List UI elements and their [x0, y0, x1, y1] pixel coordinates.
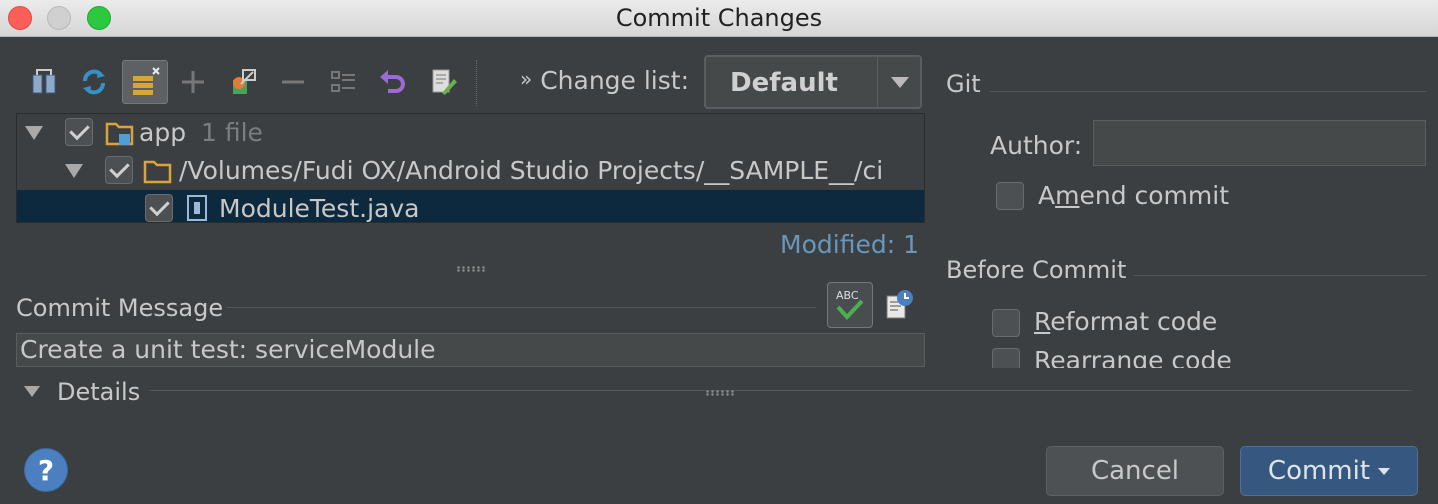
cancel-button[interactable]: Cancel	[1046, 446, 1224, 496]
tree-row[interactable]: app 1 file	[17, 114, 924, 152]
add-icon[interactable]	[174, 62, 212, 102]
commit-message-field[interactable]: Create a unit test: serviceModule	[16, 333, 925, 367]
java-file-icon	[187, 195, 207, 221]
splitter-grip[interactable]	[705, 390, 735, 396]
spellcheck-button[interactable]: ABC	[827, 282, 873, 328]
divider	[150, 390, 1412, 391]
tree-node-label: /Volumes/Fudi OX/Android Studio Projects…	[179, 156, 884, 185]
details-label[interactable]: Details	[57, 378, 140, 406]
author-label: Author:	[990, 131, 1083, 160]
diff-icon[interactable]	[25, 62, 63, 102]
revert-icon[interactable]	[374, 62, 412, 102]
expand-all-icon[interactable]	[324, 62, 362, 102]
commit-button-label: Commit	[1267, 456, 1371, 486]
amend-commit-label[interactable]: Amend commit	[1038, 181, 1229, 210]
refresh-icon[interactable]	[75, 62, 113, 102]
reformat-code-label[interactable]: Reformat code	[1034, 307, 1217, 336]
caret-down-icon[interactable]	[1378, 467, 1391, 475]
before-commit-title: Before Commit	[946, 256, 1127, 284]
git-title: Git	[946, 70, 981, 98]
toolbar-separator	[476, 60, 477, 106]
window-title: Commit Changes	[615, 4, 823, 32]
remove-icon[interactable]	[274, 62, 312, 102]
rearrange-code-label[interactable]: Rearrange code	[1034, 346, 1232, 368]
edit-source-icon[interactable]	[424, 62, 462, 102]
module-folder-icon	[105, 122, 134, 146]
move-icon[interactable]	[224, 62, 262, 102]
chevron-down-icon[interactable]	[877, 57, 920, 107]
change-list-label: » Change list:	[520, 66, 690, 95]
tree-node-label: app	[139, 118, 187, 147]
before-commit-options: Reformat code Rearrange code	[946, 296, 1426, 368]
title-bar: Commit Changes	[0, 0, 1438, 37]
commit-button[interactable]: Commit	[1240, 446, 1418, 496]
commit-history-icon[interactable]	[884, 288, 916, 326]
amend-commit-checkbox[interactable]	[996, 182, 1024, 210]
commit-message-title: Commit Message	[16, 294, 224, 322]
expand-arrow-icon[interactable]	[65, 164, 83, 178]
app-checkbox[interactable]	[65, 118, 93, 146]
spellcheck-icon: ABC	[836, 289, 864, 320]
folder-icon	[143, 160, 172, 184]
group-by-icon[interactable]	[122, 60, 168, 104]
help-button[interactable]: ?	[24, 448, 68, 492]
modified-count: Modified: 1	[780, 230, 919, 259]
tree-row[interactable]: /Volumes/Fudi OX/Android Studio Projects…	[17, 152, 924, 190]
changes-tree: app 1 file /Volumes/Fudi OX/Android Stud…	[16, 113, 925, 223]
file-checkbox[interactable]	[145, 194, 173, 222]
divider	[1134, 275, 1426, 276]
tree-row[interactable]: ModuleTest.java	[17, 190, 924, 223]
svg-text:ABC: ABC	[836, 289, 859, 302]
author-input[interactable]	[1093, 120, 1426, 166]
commit-message-text: Create a unit test: serviceModule	[20, 335, 436, 364]
details-toggle-icon[interactable]	[24, 386, 40, 397]
double-chevron-icon: »	[520, 67, 533, 91]
path-checkbox[interactable]	[105, 156, 133, 184]
expand-arrow-icon[interactable]	[25, 126, 43, 140]
splitter-grip[interactable]	[456, 266, 486, 272]
reformat-code-checkbox[interactable]	[992, 309, 1020, 337]
tree-node-label: ModuleTest.java	[219, 194, 420, 223]
divider	[226, 307, 816, 308]
divider	[990, 91, 1426, 92]
rearrange-code-checkbox[interactable]	[992, 348, 1020, 368]
change-list-combobox[interactable]: Default	[704, 55, 922, 109]
file-count: 1 file	[201, 118, 263, 147]
change-list-value: Default	[730, 68, 838, 98]
